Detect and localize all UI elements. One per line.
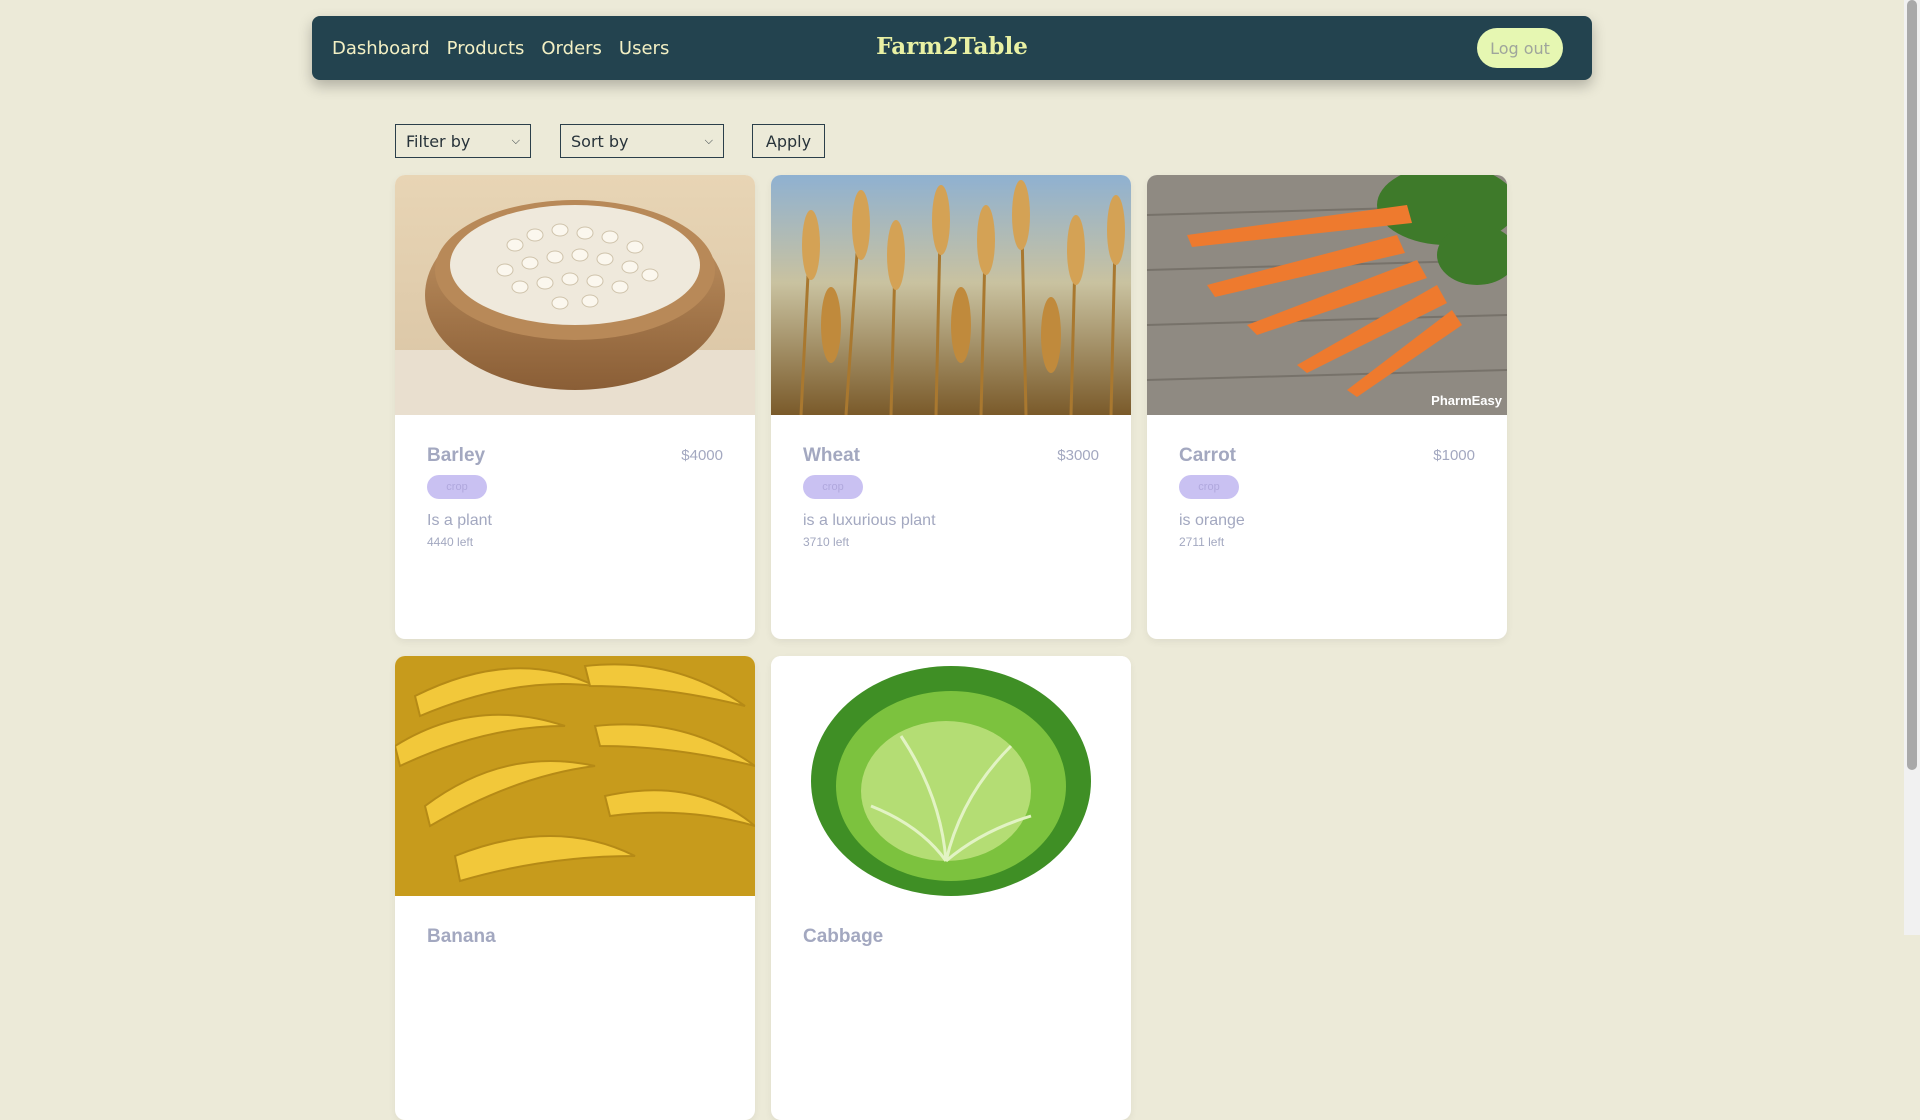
product-card[interactable]: Cabbage bbox=[771, 656, 1131, 1120]
sort-select[interactable]: Sort by ⌵ bbox=[560, 124, 724, 158]
chevron-down-icon: ⌵ bbox=[511, 134, 520, 147]
product-card[interactable]: Banana bbox=[395, 656, 755, 1120]
product-description: is orange bbox=[1179, 512, 1245, 529]
sort-select-label: Sort by bbox=[571, 131, 629, 151]
product-price: $1000 bbox=[1433, 447, 1475, 464]
wheat-image bbox=[771, 175, 1131, 415]
carrot-image: PharmEasy bbox=[1147, 175, 1507, 415]
banana-image bbox=[395, 656, 755, 896]
product-name: Cabbage bbox=[803, 926, 884, 947]
apply-button[interactable]: Apply bbox=[752, 124, 825, 158]
scroll-down-button[interactable] bbox=[1904, 919, 1920, 935]
product-description: Is a plant bbox=[427, 512, 492, 529]
product-stock: 3710 left bbox=[803, 535, 850, 549]
category-tag: crop bbox=[803, 475, 863, 499]
filter-select-label: Filter by bbox=[406, 131, 471, 151]
product-card[interactable]: Barley $4000 crop Is a plant 4440 left bbox=[395, 175, 755, 639]
filter-select[interactable]: Filter by ⌵ bbox=[395, 124, 531, 158]
product-name: Banana bbox=[427, 926, 496, 947]
product-price: $3000 bbox=[1057, 447, 1099, 464]
product-stock: 2711 left bbox=[1179, 535, 1225, 549]
product-name: Carrot bbox=[1179, 445, 1237, 466]
pharmeasy-watermark: PharmEasy bbox=[1431, 393, 1503, 408]
scrollbar-thumb[interactable] bbox=[1907, 0, 1917, 770]
product-name: Barley bbox=[427, 445, 486, 466]
category-tag: crop bbox=[427, 475, 487, 499]
nav-products[interactable]: Products bbox=[447, 38, 525, 59]
chevron-down-icon: ⌵ bbox=[704, 134, 713, 147]
product-card[interactable]: PharmEasy Carrot $1000 crop is orange 27… bbox=[1147, 175, 1507, 639]
nav-users[interactable]: Users bbox=[619, 38, 669, 59]
page-scrollbar[interactable] bbox=[1904, 0, 1920, 935]
category-tag: crop bbox=[1179, 475, 1239, 499]
product-price: $4000 bbox=[681, 447, 723, 464]
nav-orders[interactable]: Orders bbox=[541, 38, 602, 59]
product-card[interactable]: Wheat $3000 crop is a luxurious plant 37… bbox=[771, 175, 1131, 639]
barley-image bbox=[395, 175, 755, 415]
logout-button[interactable]: Log out bbox=[1477, 28, 1563, 68]
product-description: is a luxurious plant bbox=[803, 512, 936, 529]
filter-controls: Filter by ⌵ Sort by ⌵ Apply bbox=[395, 124, 825, 158]
nav-dashboard[interactable]: Dashboard bbox=[332, 38, 430, 59]
product-stock: 4440 left bbox=[427, 535, 474, 549]
nav-links: Dashboard Products Orders Users bbox=[332, 16, 669, 80]
product-name: Wheat bbox=[803, 445, 860, 466]
top-navbar: Dashboard Products Orders Users Farm2Tab… bbox=[312, 16, 1592, 80]
cabbage-image bbox=[771, 656, 1131, 896]
